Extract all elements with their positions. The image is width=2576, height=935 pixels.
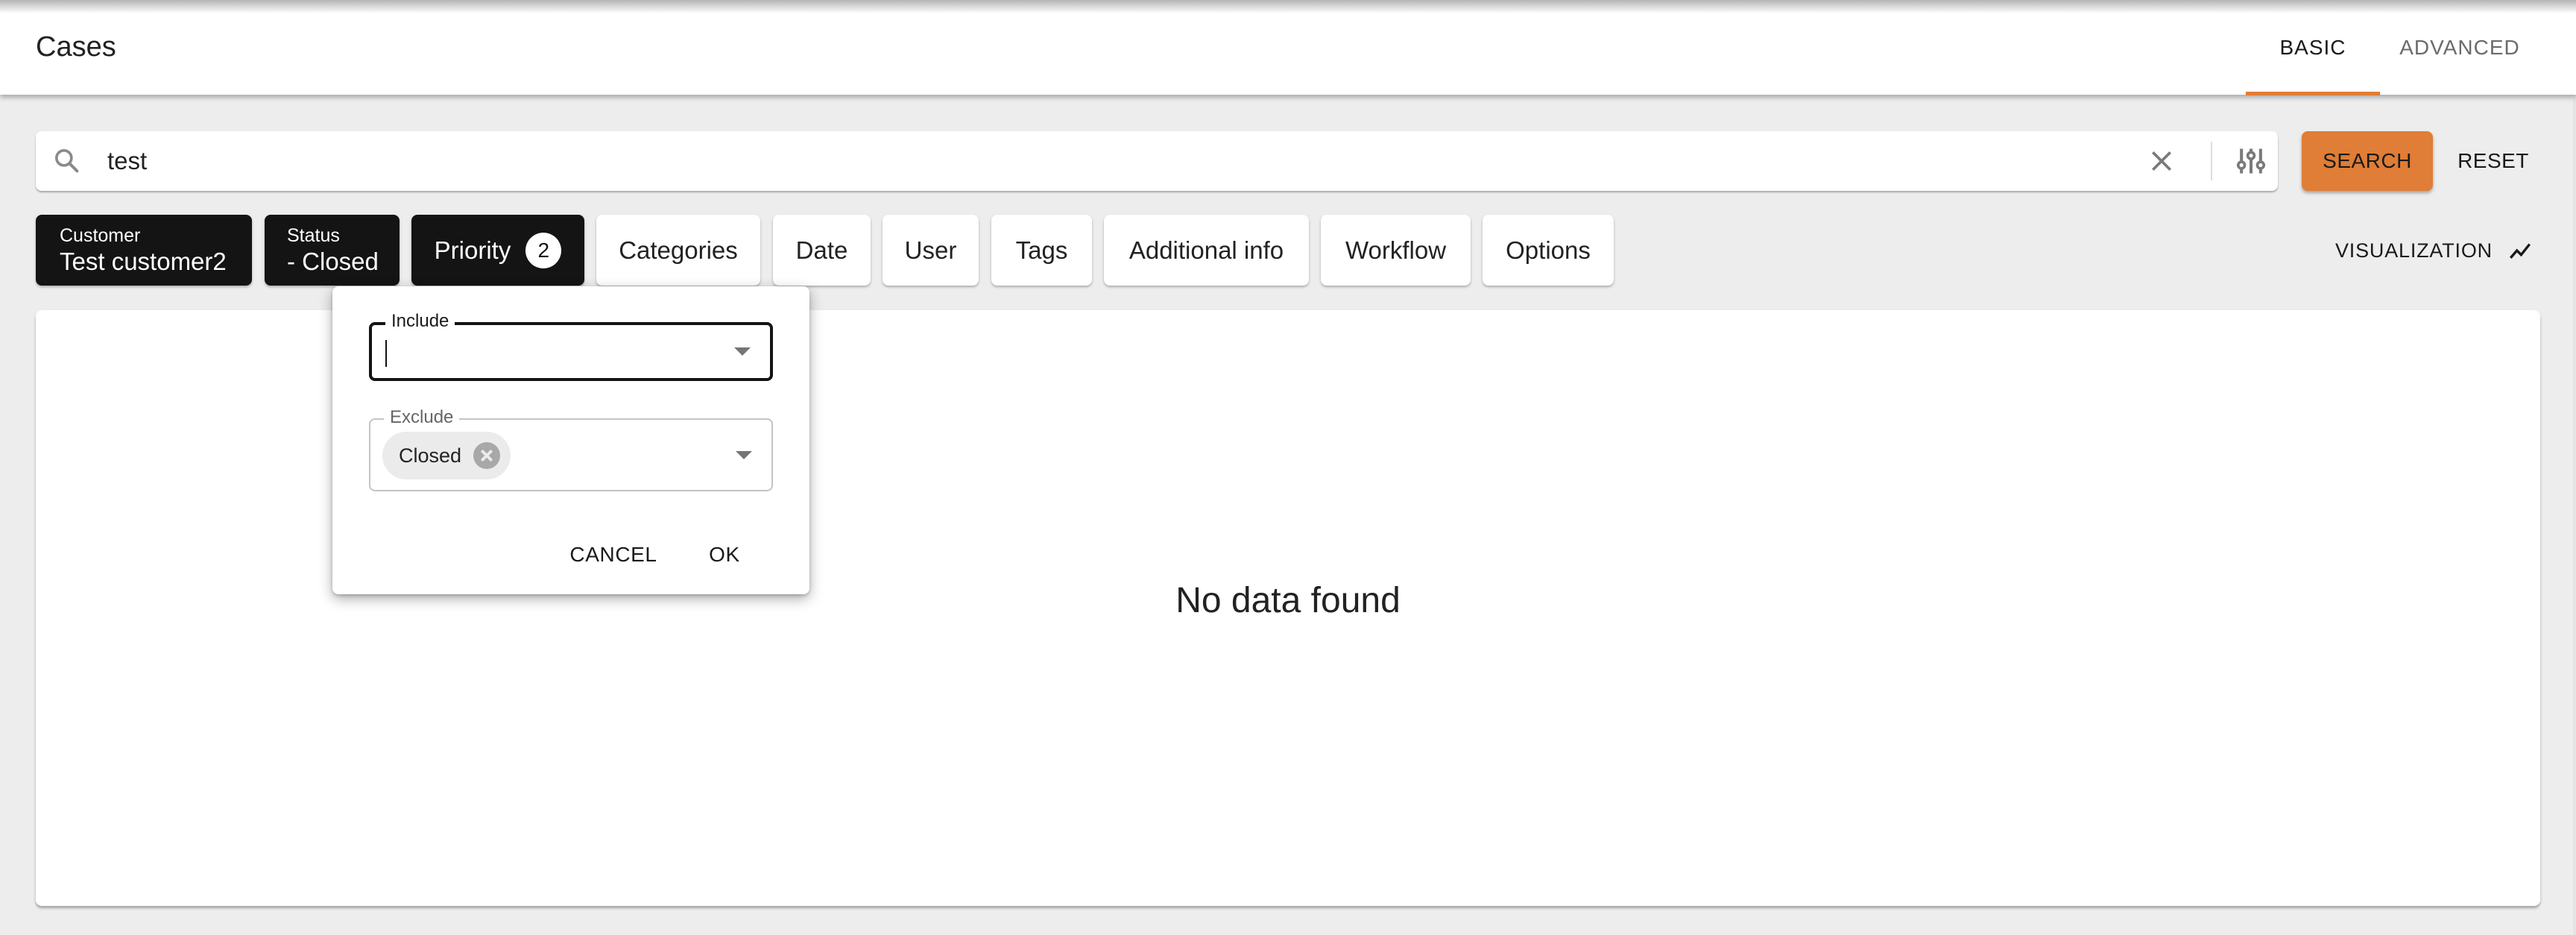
filter-chip-date[interactable]: Date xyxy=(773,215,871,286)
filter-chip-tags[interactable]: Tags xyxy=(991,215,1092,286)
tab-basic[interactable]: BASIC xyxy=(2246,0,2380,95)
filter-chip-priority[interactable]: Priority 2 xyxy=(411,215,584,286)
filter-chip-value: - Closed xyxy=(287,247,379,275)
exclude-select[interactable]: Exclude Closed xyxy=(369,406,773,491)
filter-chip-label: Status xyxy=(287,224,340,246)
include-label: Include xyxy=(385,310,455,333)
tag-chip-label: Closed xyxy=(399,444,462,467)
tune-sliders-icon[interactable] xyxy=(2235,145,2267,177)
filter-chip-additional-info[interactable]: Additional info xyxy=(1104,215,1309,286)
filter-chip-value: Test customer2 xyxy=(60,247,227,275)
active-tab-indicator xyxy=(2246,92,2380,95)
text-cursor xyxy=(385,340,387,367)
dropdown-arrow-icon[interactable] xyxy=(734,347,751,356)
app-header: Cases BASIC ADVANCED xyxy=(0,0,2576,95)
filter-chip-customer[interactable]: Customer Test customer2 xyxy=(36,215,252,286)
filter-chip-label: Customer xyxy=(60,224,141,246)
visualization-label: VISUALIZATION xyxy=(2335,239,2493,262)
exclude-label: Exclude xyxy=(384,406,460,429)
scrollbar-track[interactable] xyxy=(2573,95,2576,935)
filter-chip-label: Priority xyxy=(434,236,511,264)
search-bar xyxy=(36,131,2278,191)
show-chart-icon xyxy=(2509,243,2531,259)
selected-tag-chip: Closed xyxy=(382,432,511,479)
page-title: Cases xyxy=(36,31,116,63)
reset-button[interactable]: RESET xyxy=(2445,131,2542,191)
filter-chip-user[interactable]: User xyxy=(883,215,979,286)
cancel-button[interactable]: CANCEL xyxy=(565,540,662,570)
filter-chip-status[interactable]: Status - Closed xyxy=(265,215,400,286)
count-badge: 2 xyxy=(525,232,562,268)
search-divider xyxy=(2211,142,2212,180)
tab-advanced[interactable]: ADVANCED xyxy=(2380,0,2539,95)
filter-chip-categories[interactable]: Categories xyxy=(596,215,760,286)
priority-filter-dialog: Include Exclude Closed CANCEL OK xyxy=(332,286,809,594)
remove-tag-icon[interactable] xyxy=(473,442,500,469)
filter-chip-workflow[interactable]: Workflow xyxy=(1321,215,1471,286)
search-icon xyxy=(55,149,79,173)
visualization-button[interactable]: VISUALIZATION xyxy=(2326,228,2549,273)
search-input[interactable] xyxy=(107,142,2120,180)
close-icon[interactable] xyxy=(2147,146,2176,176)
dropdown-arrow-icon[interactable] xyxy=(736,451,752,459)
ok-button[interactable]: OK xyxy=(704,540,745,570)
search-button[interactable]: SEARCH xyxy=(2302,131,2433,191)
filter-chip-options[interactable]: Options xyxy=(1483,215,1614,286)
include-select[interactable]: Include xyxy=(369,310,773,381)
